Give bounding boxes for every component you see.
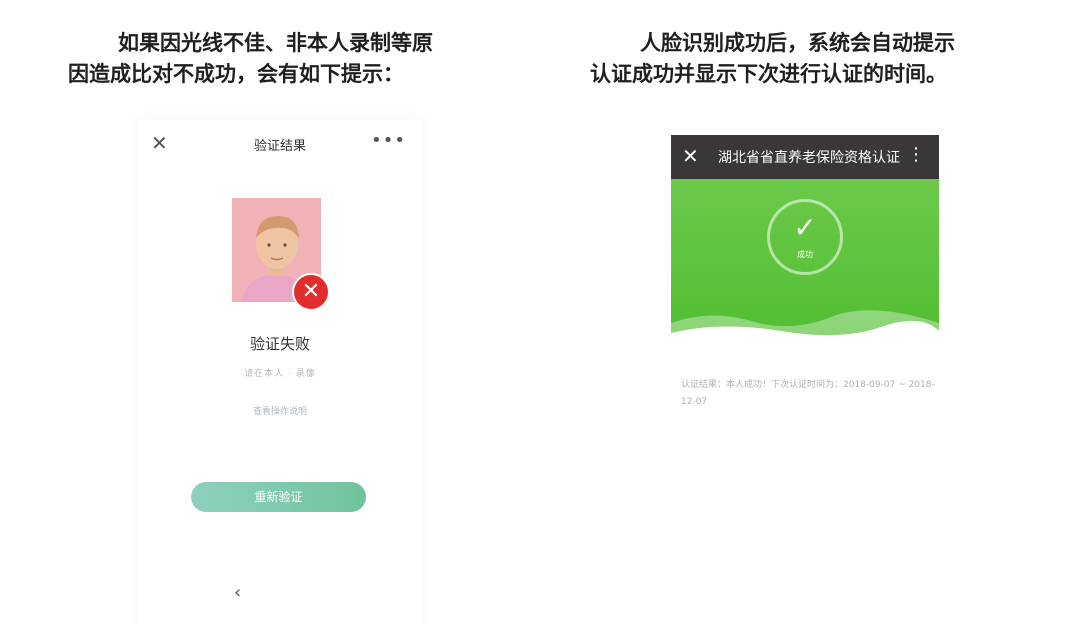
retry-button[interactable]: 重新验证 [191, 482, 366, 512]
navigation-bar: ✕ 验证结果 ••• [138, 120, 422, 166]
result-message: 认证结果：本人成功！下次认证时间为：2018-09-07 ~ 2018-12-0… [681, 380, 935, 407]
page-title: 湖北省省直养老保险资格认证 [718, 150, 900, 166]
left-caption-line-2: 因造成比对不成功，会有如下提示： [68, 61, 404, 86]
right-caption-line-1: 人脸识别成功后，系统会自动提示 [640, 30, 955, 55]
navigation-bar: ✕ 湖北省省直养老保险资格认证 ⋮ [671, 135, 939, 179]
success-ring: ✓ 成功 [767, 199, 843, 275]
fail-x-icon: ✕ [292, 273, 330, 311]
left-caption-line-1: 如果因光线不佳、非本人录制等原 [118, 30, 433, 55]
right-caption-line-2: 认证成功并显示下次进行认证的时间。 [590, 61, 947, 86]
success-label: 成功 [797, 250, 813, 259]
more-icon[interactable]: ••• [371, 130, 406, 151]
help-link[interactable]: 查看操作说明 [138, 404, 422, 417]
back-icon[interactable]: ‹ [234, 582, 241, 603]
failure-screen: ✕ 验证结果 ••• ✕ 验证失败 请在本人 · 录像 查看操作说明 重新验证 … [138, 120, 422, 624]
success-screen: ✕ 湖北省省直养老保险资格认证 ⋮ ✓ 成功 认证结果：本人成功！下次认证时间为… [671, 135, 939, 435]
right-caption: 人脸识别成功后，系统会自动提示 认证成功并显示下次进行认证的时间。 [590, 27, 955, 89]
left-caption: 如果因光线不佳、非本人录制等原 因造成比对不成功，会有如下提示： [68, 27, 433, 89]
close-icon[interactable]: ✕ [682, 144, 699, 168]
success-banner: ✓ 成功 [671, 179, 939, 347]
status-title: 验证失败 [249, 335, 310, 353]
menu-icon[interactable]: ⋮ [907, 144, 925, 165]
check-icon: ✓ [793, 211, 817, 244]
wave-decoration [671, 310, 939, 347]
status-detail: 请在本人 · 录像 [244, 369, 316, 379]
